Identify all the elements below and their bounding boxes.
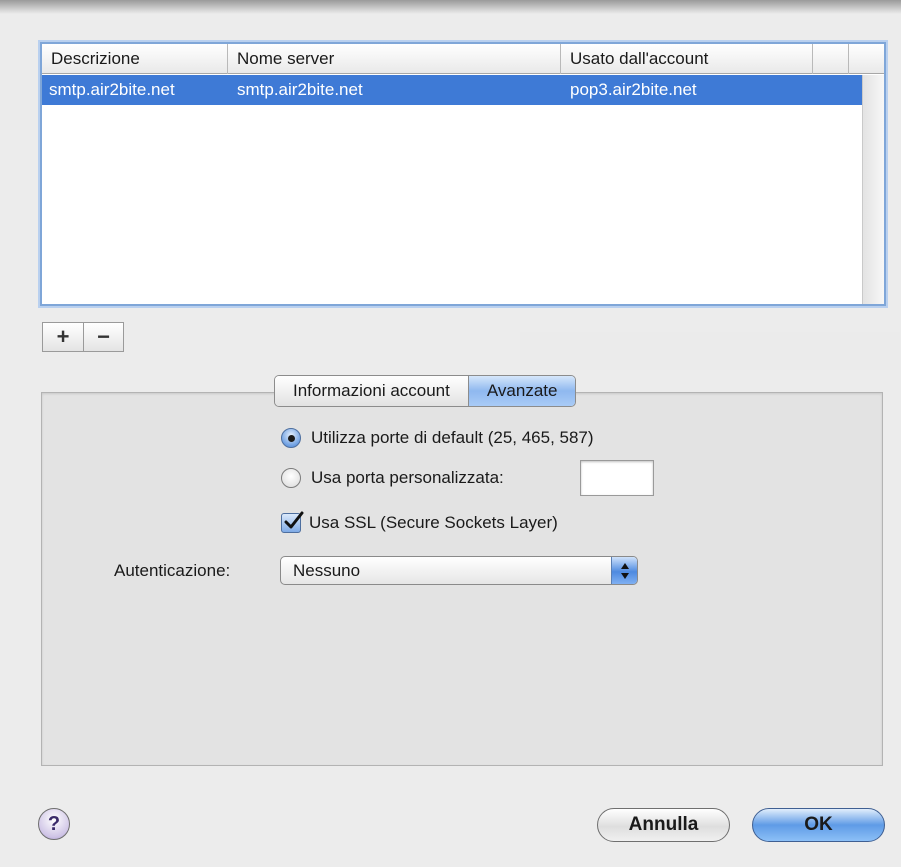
authentication-select[interactable]: Nessuno [280, 556, 638, 585]
cell-descrizione: smtp.air2bite.net [49, 80, 175, 99]
table-header: Descrizione Nome server Usato dall'accou… [42, 44, 884, 74]
authentication-value: Nessuno [293, 561, 361, 580]
column-header-nome-server[interactable]: Nome server [228, 44, 561, 74]
sheet-shadow [0, 0, 901, 14]
cell-usato: pop3.air2bite.net [570, 80, 697, 99]
column-header-descrizione[interactable]: Descrizione [42, 44, 228, 74]
table-body: smtp.air2bite.net smtp.air2bite.net pop3… [42, 75, 862, 304]
custom-port-radio[interactable] [281, 468, 301, 488]
ssl-label: Usa SSL (Secure Sockets Layer) [309, 513, 558, 532]
help-button[interactable]: ? [38, 808, 70, 840]
default-ports-radio[interactable] [281, 428, 301, 448]
smtp-server-list-sheet: Descrizione Nome server Usato dall'accou… [0, 0, 901, 867]
custom-port-input[interactable] [580, 460, 654, 496]
table-scrollbar[interactable] [862, 75, 884, 304]
default-ports-option[interactable]: Utilizza porte di default (25, 465, 587) [281, 428, 594, 448]
tab-bar: Informazioni account Avanzate [274, 375, 577, 407]
add-server-button[interactable]: + [43, 323, 83, 351]
checkmark-icon [284, 511, 304, 529]
add-remove-control: + − [42, 322, 124, 352]
cancel-button[interactable]: Annulla [597, 808, 730, 842]
remove-server-button[interactable]: − [83, 323, 123, 351]
smtp-server-table[interactable]: Descrizione Nome server Usato dall'accou… [40, 42, 886, 306]
table-row[interactable]: smtp.air2bite.net smtp.air2bite.net pop3… [42, 75, 862, 105]
tab-informazioni-account[interactable]: Informazioni account [275, 376, 468, 406]
custom-port-label: Usa porta personalizzata: [311, 468, 504, 487]
column-header-extra-2[interactable] [849, 44, 884, 74]
authentication-label: Autenticazione: [114, 561, 231, 580]
cell-nome-server: smtp.air2bite.net [237, 80, 363, 99]
ssl-option[interactable]: Usa SSL (Secure Sockets Layer) [281, 511, 558, 533]
select-arrows-icon [611, 557, 637, 584]
ok-button[interactable]: OK [752, 808, 885, 842]
column-header-extra-1[interactable] [813, 44, 849, 74]
ssl-checkbox[interactable] [281, 511, 304, 533]
tab-avanzate[interactable]: Avanzate [467, 376, 576, 406]
column-header-usato[interactable]: Usato dall'account [561, 44, 813, 74]
custom-port-option[interactable]: Usa porta personalizzata: [281, 468, 504, 488]
default-ports-label: Utilizza porte di default (25, 465, 587) [311, 428, 594, 447]
